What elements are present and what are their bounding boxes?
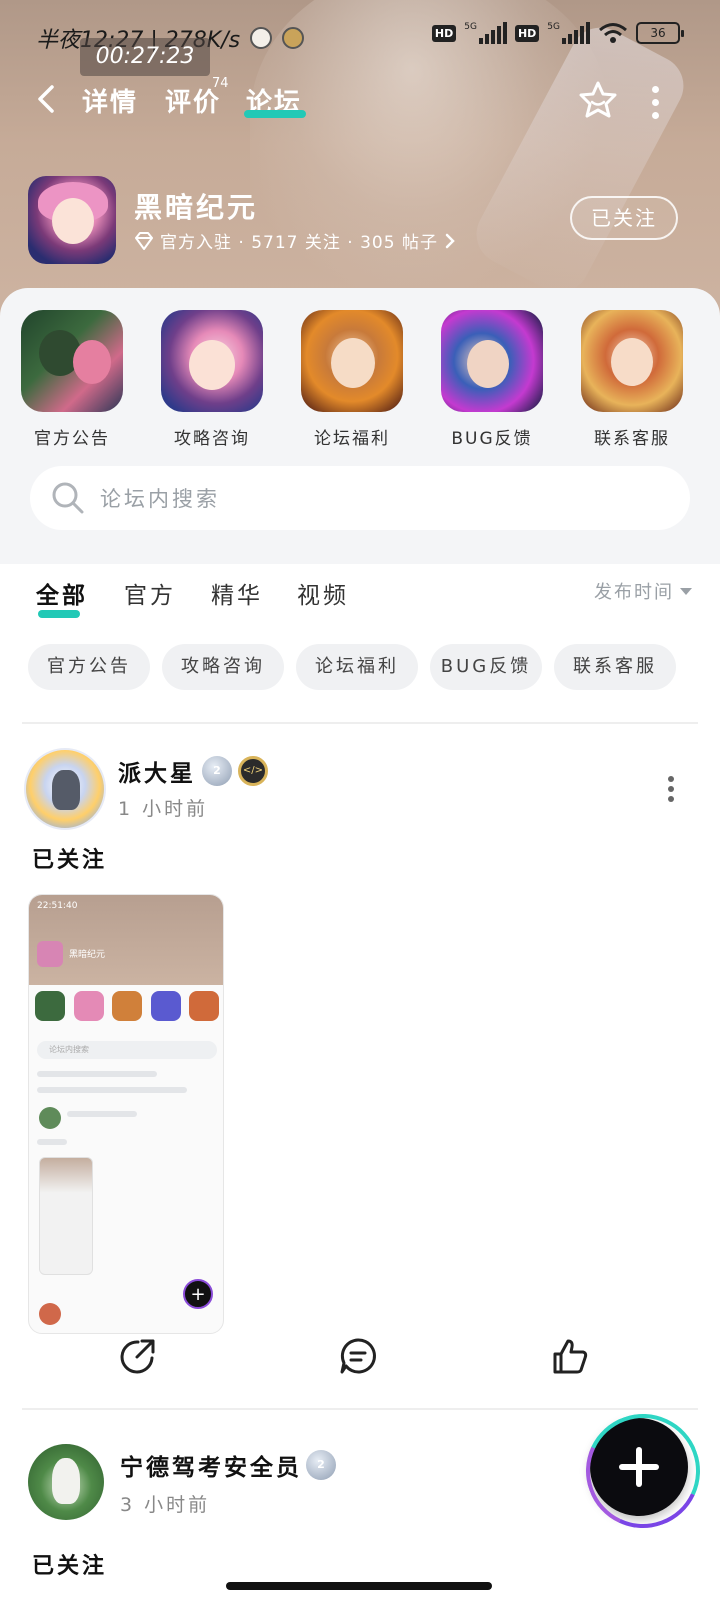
developer-badge-icon: </> — [238, 756, 268, 786]
category-label: 官方公告 — [34, 429, 110, 449]
forum-panel: 官方公告 攻略咨询 论坛福利 BUG反馈 联系客服 论坛内搜索 — [0, 288, 720, 564]
category-thumbnail — [581, 310, 683, 412]
game-info: 黑暗纪元 官方入驻 · 5717 关注 · 305 帖子 已关注 — [28, 176, 692, 264]
battery-icon: 36 — [636, 22, 684, 44]
chevron-down-icon — [680, 587, 692, 595]
home-indicator[interactable] — [226, 1582, 492, 1590]
chip-benefits[interactable]: 论坛福利 — [296, 644, 418, 690]
category-label: 联系客服 — [594, 429, 670, 449]
divider — [22, 1408, 698, 1410]
hd-icon: HD — [514, 24, 540, 42]
filter-tab-all[interactable]: 全部 — [36, 576, 88, 610]
category-benefits[interactable]: 论坛福利 — [300, 310, 404, 449]
post-author[interactable]: 派大星 — [118, 754, 196, 788]
level-badge: 2 — [202, 756, 232, 786]
post-time: 3 小时前 — [120, 1494, 211, 1516]
category-chips: 官方公告 攻略咨询 论坛福利 BUG反馈 联系客服 — [28, 644, 692, 692]
image-title-text: 黑暗纪元 — [69, 950, 106, 960]
chevron-right-icon — [445, 233, 455, 248]
game-stats[interactable]: 官方入驻 · 5717 关注 · 305 帖子 — [134, 228, 456, 253]
status-right: HD 5G HD 5G 36 — [431, 22, 684, 44]
category-official-announcements[interactable]: 官方公告 — [20, 310, 124, 449]
category-customer-service[interactable]: 联系客服 — [580, 310, 684, 449]
avatar[interactable] — [28, 1444, 104, 1520]
filter-tab-video[interactable]: 视频 — [297, 576, 349, 610]
signal-icon: 5G — [464, 22, 507, 44]
chip-strategy[interactable]: 攻略咨询 — [162, 644, 284, 690]
divider — [22, 722, 698, 724]
active-tab-indicator — [244, 110, 306, 118]
network-type-label: 5G — [464, 22, 477, 32]
tab-details[interactable]: 详情 — [82, 82, 138, 119]
android-icon — [282, 27, 305, 49]
game-header: 半夜12:27 | 278K/s 00:27:23 HD 5G HD 5G 36 — [0, 0, 720, 320]
hd-icon: HD — [431, 24, 457, 42]
chip-customer-service[interactable]: 联系客服 — [554, 644, 676, 690]
category-strategy[interactable]: 攻略咨询 — [160, 310, 264, 449]
status-bar: 半夜12:27 | 278K/s 00:27:23 HD 5G HD 5G 36 — [0, 0, 720, 76]
follow-button[interactable]: 已关注 — [570, 196, 678, 240]
post-time: 1 小时前 — [118, 798, 209, 820]
network-type-label: 5G — [547, 22, 560, 32]
share-icon[interactable] — [118, 1336, 158, 1376]
image-search-text: 论坛内搜索 — [37, 1041, 217, 1059]
signal-icon: 5G — [547, 22, 590, 44]
like-icon[interactable] — [550, 1336, 590, 1376]
wifi-icon — [599, 23, 627, 43]
chip-official-announcements[interactable]: 官方公告 — [28, 644, 150, 690]
star-icon[interactable] — [578, 80, 618, 120]
category-bug-report[interactable]: BUG反馈 — [440, 310, 544, 449]
sort-label: 发布时间 — [594, 582, 674, 603]
game-stats-text: 官方入驻 · 5717 关注 · 305 帖子 — [160, 233, 438, 253]
category-thumbnail — [441, 310, 543, 412]
category-thumbnail — [161, 310, 263, 412]
more-vertical-icon[interactable] — [652, 86, 660, 119]
category-label: BUG反馈 — [451, 429, 533, 449]
game-icon[interactable] — [28, 176, 116, 264]
post-content: 已关注 — [32, 1554, 108, 1579]
reviews-count-badge: 74 — [212, 76, 229, 91]
category-thumbnail — [21, 310, 123, 412]
search-icon — [52, 482, 84, 514]
image-time-text: 22:51:40 — [37, 901, 78, 911]
filter-tab-featured[interactable]: 精华 — [211, 576, 263, 610]
filter-tab-official[interactable]: 官方 — [124, 576, 176, 610]
back-arrow-icon[interactable] — [32, 84, 62, 114]
image-plus-icon: + — [183, 1279, 213, 1309]
post-content: 已关注 — [32, 848, 108, 873]
search-placeholder: 论坛内搜索 — [100, 487, 220, 511]
create-post-button[interactable] — [590, 1418, 688, 1516]
forum-search-input[interactable]: 论坛内搜索 — [30, 466, 690, 530]
game-title: 黑暗纪元 — [134, 191, 259, 224]
category-label: 论坛福利 — [314, 429, 390, 449]
filter-tabs: 全部 官方 精华 视频 发布时间 — [0, 564, 720, 634]
top-nav: 详情 评价 74 论坛 — [0, 70, 720, 130]
level-badge: 2 — [306, 1450, 336, 1480]
comment-icon[interactable] — [338, 1336, 378, 1376]
avatar[interactable] — [24, 748, 106, 830]
chip-bug-report[interactable]: BUG反馈 — [430, 644, 542, 690]
category-label: 攻略咨询 — [174, 429, 250, 449]
diamond-icon — [135, 231, 153, 250]
plus-icon — [619, 1464, 659, 1470]
post-author[interactable]: 宁德驾考安全员 — [120, 1448, 302, 1482]
sort-dropdown[interactable]: 发布时间 — [594, 578, 692, 604]
post-more-icon[interactable] — [668, 776, 676, 802]
notification-icon — [250, 27, 273, 49]
active-filter-indicator — [38, 610, 80, 618]
post-image[interactable]: 22:51:40 黑暗纪元 论坛内搜索 + — [28, 894, 224, 1334]
category-thumbnail — [301, 310, 403, 412]
